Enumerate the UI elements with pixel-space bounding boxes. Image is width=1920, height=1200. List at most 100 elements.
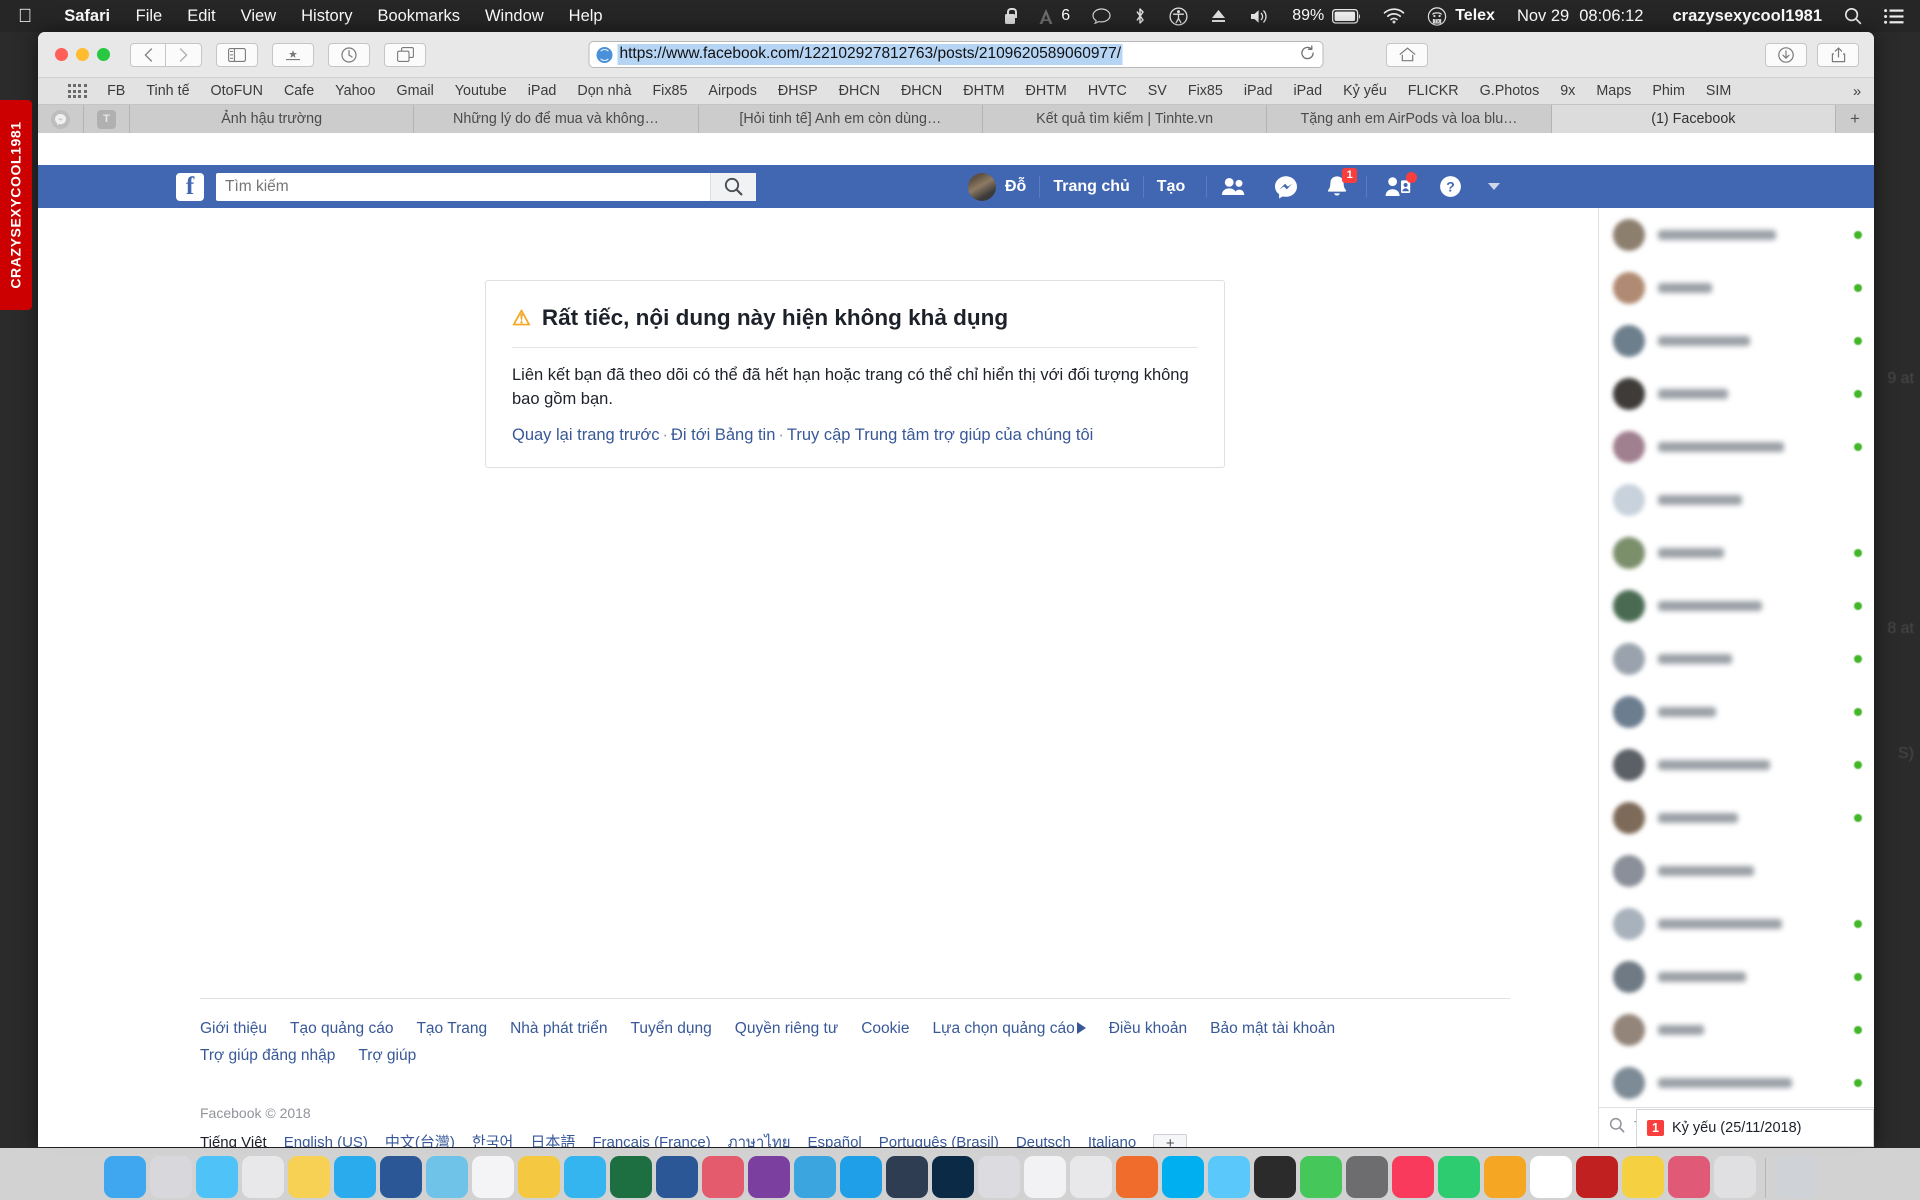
address-bar[interactable]: https://www.facebook.com/122102927812763… — [588, 41, 1324, 68]
bookmark-don-nha[interactable]: Dọn nhà — [567, 83, 642, 99]
bookmark-fb[interactable]: FB — [97, 83, 136, 99]
tab-overview-button[interactable] — [384, 42, 426, 67]
dock-item-facetime[interactable] — [1299, 1156, 1342, 1198]
bluetooth-icon[interactable] — [1122, 7, 1158, 25]
bookmark-ipad-3[interactable]: iPad — [1283, 83, 1333, 99]
dock-item-lightroom[interactable] — [885, 1156, 928, 1198]
friend-requests-icon[interactable] — [1207, 177, 1260, 196]
dock-item-terminal[interactable] — [1253, 1156, 1296, 1198]
menu-bar-time[interactable]: 08:06:12 — [1575, 7, 1654, 26]
dock-item-telegram[interactable] — [333, 1156, 376, 1198]
menu-item-help[interactable]: Help — [556, 7, 615, 26]
lock-icon[interactable] — [992, 8, 1027, 24]
find-friends-icon[interactable] — [1371, 172, 1425, 197]
dock-item-photoshop[interactable] — [931, 1156, 974, 1198]
chat-contact-row[interactable] — [1599, 844, 1874, 897]
eject-icon[interactable] — [1199, 8, 1238, 24]
address-bar-url[interactable]: https://www.facebook.com/122102927812763… — [617, 44, 1123, 65]
bookmarks-button[interactable] — [272, 42, 314, 67]
language-tieng-viet[interactable]: Tiếng Việt — [200, 1134, 267, 1147]
dock-item-calculator[interactable] — [1345, 1156, 1388, 1198]
forward-button[interactable] — [166, 42, 202, 67]
go-back-link[interactable]: Quay lại trang trước — [512, 426, 660, 444]
menu-item-view[interactable]: View — [228, 7, 288, 26]
bookmark-dhtm-1[interactable]: ĐHTM — [953, 83, 1015, 99]
chat-contact-row[interactable] — [1599, 473, 1874, 526]
language-chinese-tw[interactable]: 中文(台灣) — [385, 1134, 455, 1147]
tab-hoi-tinh-te[interactable]: [Hỏi tinh tế] Anh em còn dùng… — [698, 105, 983, 133]
home-button[interactable] — [1386, 42, 1428, 67]
language-korean[interactable]: 한국어 — [472, 1134, 513, 1147]
favorites-grid-icon[interactable] — [68, 84, 87, 98]
notifications-icon[interactable]: 1 — [1312, 168, 1362, 198]
battery-status[interactable]: 89% — [1281, 7, 1372, 25]
language-german[interactable]: Deutsch — [1016, 1134, 1071, 1147]
chat-contact-row[interactable] — [1599, 1056, 1874, 1109]
bookmark-dhcn-2[interactable]: ĐHCN — [890, 83, 952, 99]
footer-link-gioi-thieu[interactable]: Giới thiệu — [200, 1020, 267, 1037]
language-italian[interactable]: Italiano — [1088, 1134, 1136, 1147]
dock-item-calendar[interactable] — [471, 1156, 514, 1198]
dock-item-safari[interactable] — [195, 1156, 238, 1198]
bookmark-sim[interactable]: SIM — [1695, 83, 1741, 99]
bookmark-maps[interactable]: Maps — [1586, 83, 1642, 99]
help-icon[interactable]: ? — [1425, 175, 1476, 198]
notification-toast[interactable]: 1 Kỷ yếu (25/11/2018) — [1636, 1109, 1874, 1147]
dock-item-finder[interactable] — [103, 1156, 146, 1198]
bookmark-gmail[interactable]: Gmail — [386, 83, 444, 99]
facebook-logo[interactable]: f — [176, 172, 204, 201]
share-button[interactable] — [1817, 42, 1859, 67]
tab-t-site[interactable]: T — [84, 105, 130, 133]
control-center-icon[interactable] — [1873, 8, 1908, 24]
volume-icon[interactable] — [1238, 8, 1281, 25]
speech-bubble-icon[interactable] — [1081, 8, 1122, 24]
bookmark-flickr[interactable]: FLICKR — [1397, 83, 1469, 99]
chat-contact-row[interactable] — [1599, 367, 1874, 420]
close-window-button[interactable] — [55, 48, 68, 61]
footer-link-tuyen-dung[interactable]: Tuyển dụng — [630, 1020, 711, 1037]
dock-item-shutter[interactable] — [1713, 1156, 1756, 1198]
dock-item-launchpad[interactable] — [149, 1156, 192, 1198]
bookmark-ipad-2[interactable]: iPad — [1233, 83, 1283, 99]
dock-item-numbers[interactable] — [1437, 1156, 1480, 1198]
bookmark-fix85-2[interactable]: Fix85 — [1177, 83, 1233, 99]
bookmark-tinh-te[interactable]: Tinh tế — [136, 83, 200, 99]
bookmark-hvtc[interactable]: HVTC — [1077, 83, 1137, 99]
tab-nhung-ly-do[interactable]: Những lý do để mua và không… — [414, 105, 699, 133]
download-button[interactable] — [1765, 42, 1807, 67]
menu-item-window[interactable]: Window — [472, 7, 556, 26]
facebook-search-input[interactable] — [216, 173, 710, 200]
bookmark-fix85-1[interactable]: Fix85 — [642, 83, 698, 99]
chat-contact-row[interactable] — [1599, 791, 1874, 844]
dock-item-firefox[interactable] — [1115, 1156, 1158, 1198]
menu-item-bookmarks[interactable]: Bookmarks — [365, 7, 473, 26]
bookmark-dhtm-2[interactable]: ĐHTM — [1015, 83, 1077, 99]
dock-item-file[interactable] — [1529, 1156, 1572, 1198]
apple-menu-icon[interactable]:  — [0, 7, 51, 26]
maximize-window-button[interactable] — [97, 48, 110, 61]
footer-link-bao-mat-tai-khoan[interactable]: Bảo mật tài khoản — [1210, 1020, 1335, 1037]
dock-item-mail[interactable] — [1207, 1156, 1250, 1198]
footer-link-tro-giup[interactable]: Trợ giúp — [358, 1047, 416, 1064]
tab-tang-anh-em-airpods[interactable]: Tặng anh em AirPods và loa blu… — [1267, 105, 1552, 133]
language-english-us[interactable]: English (US) — [284, 1134, 368, 1147]
dock-item-word-alt[interactable] — [379, 1156, 422, 1198]
dock-item-preview[interactable] — [977, 1156, 1020, 1198]
bookmark-youtube[interactable]: Youtube — [444, 83, 517, 99]
chat-contact-row[interactable] — [1599, 685, 1874, 738]
search-icon[interactable] — [710, 172, 756, 201]
sidebar-toggle-button[interactable] — [216, 42, 258, 67]
bookmark-cafe[interactable]: Cafe — [273, 83, 324, 99]
home-link[interactable]: Trang chủ — [1040, 178, 1142, 196]
dock-item-music[interactable] — [1391, 1156, 1434, 1198]
bookmarks-overflow-icon[interactable]: » — [1840, 78, 1874, 104]
bookmark-ky-yeu[interactable]: Kỷ yếu — [1333, 83, 1398, 99]
dock-item-imovie[interactable] — [747, 1156, 790, 1198]
history-button[interactable] — [328, 42, 370, 67]
footer-link-nha-phat-trien[interactable]: Nhà phát triển — [510, 1020, 607, 1037]
chat-contact-row[interactable] — [1599, 314, 1874, 367]
language-thai[interactable]: ภาษาไทย — [728, 1134, 791, 1147]
bookmark-dhsp[interactable]: ĐHSP — [767, 83, 828, 99]
bookmark-sv[interactable]: SV — [1137, 83, 1177, 99]
language-spanish[interactable]: Español — [808, 1134, 862, 1147]
